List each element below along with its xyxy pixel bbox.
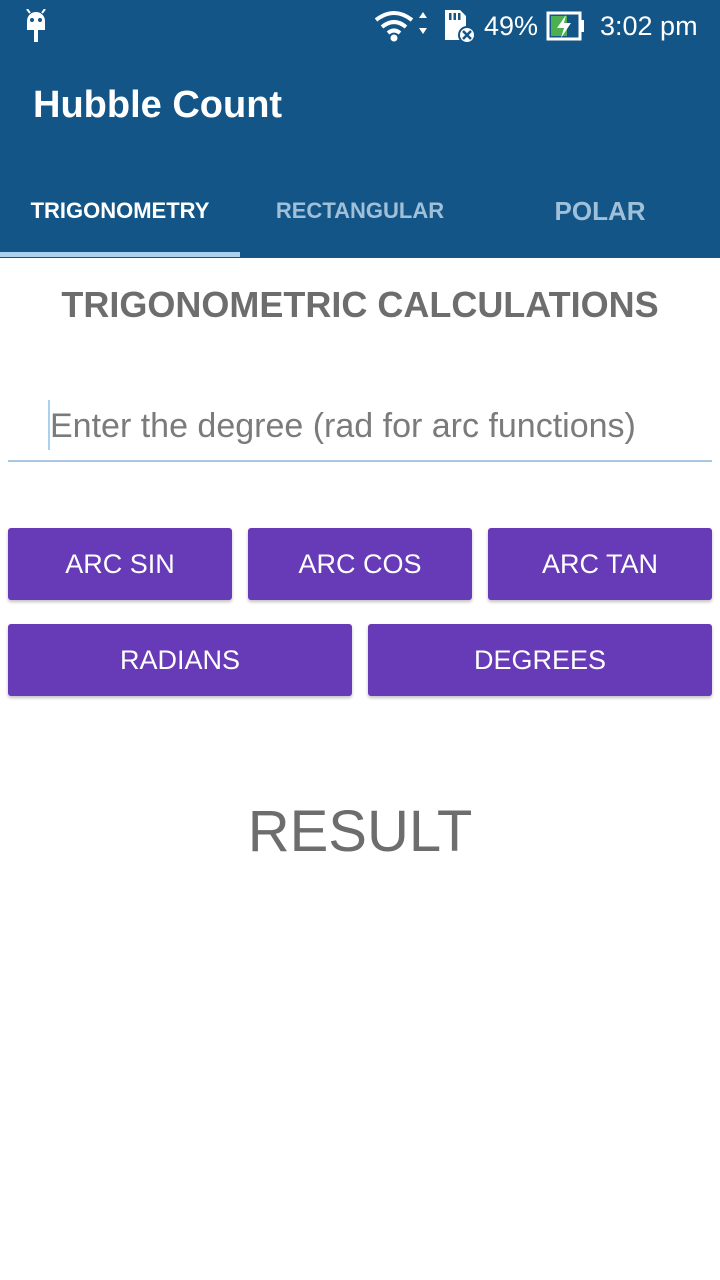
app-bar: Hubble Count bbox=[0, 52, 720, 164]
arc-cos-button[interactable]: ARC COS bbox=[248, 528, 472, 600]
tab-indicator bbox=[0, 252, 240, 257]
app-title: Hubble Count bbox=[33, 84, 283, 126]
status-bar: 49% 3:02 pm bbox=[0, 0, 720, 52]
section-heading: TRIGONOMETRIC CALCULATIONS bbox=[61, 284, 659, 325]
arc-sin-button[interactable]: ARC SIN bbox=[8, 528, 232, 600]
battery-charging-icon bbox=[546, 11, 586, 41]
tab-rectangular[interactable]: RECTANGULAR bbox=[240, 164, 480, 258]
android-icon bbox=[24, 9, 48, 43]
clock: 3:02 pm bbox=[600, 11, 698, 41]
tab-trigonometry[interactable]: TRIGONOMETRY bbox=[0, 164, 240, 258]
battery-percent: 49% bbox=[484, 11, 539, 41]
wifi-icon bbox=[372, 8, 432, 42]
sd-card-icon bbox=[442, 8, 476, 44]
text-cursor bbox=[48, 400, 50, 450]
radians-button[interactable]: RADIANS bbox=[8, 624, 352, 696]
tab-polar[interactable]: POLAR bbox=[480, 164, 720, 258]
degrees-button[interactable]: DEGREES bbox=[368, 624, 712, 696]
degree-input[interactable] bbox=[8, 392, 712, 462]
result-text: RESULT bbox=[247, 799, 473, 864]
arc-tan-button[interactable]: ARC TAN bbox=[488, 528, 712, 600]
tab-bar: TRIGONOMETRY RECTANGULAR POLAR bbox=[0, 164, 720, 258]
degree-input-container bbox=[8, 392, 712, 466]
